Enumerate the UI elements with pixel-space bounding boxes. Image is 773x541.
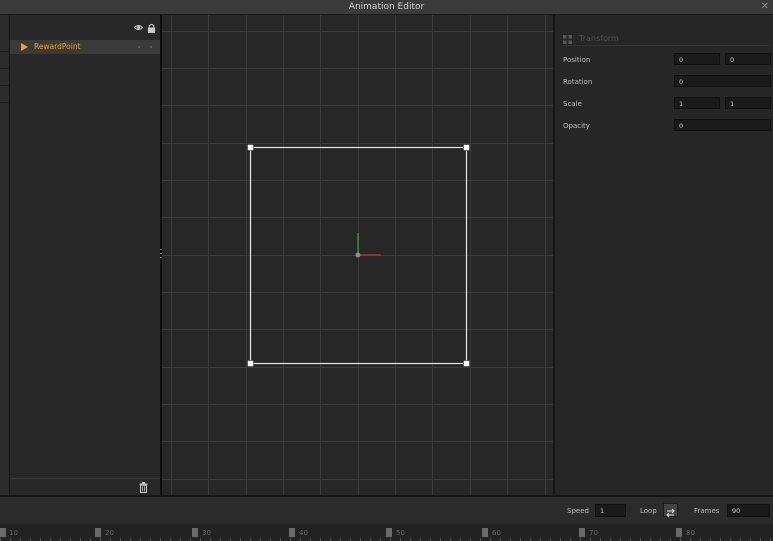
scale-y-field[interactable]: 1 — [725, 97, 771, 109]
hierarchy-footer — [10, 478, 160, 496]
rotation-field[interactable]: 0 — [674, 75, 771, 87]
timeline-marker — [579, 528, 585, 537]
layer-name: RewardPoint — [34, 42, 81, 51]
properties-panel: Transform Position 0 0 Rotation 0 Scale … — [555, 15, 773, 495]
timeline-ruler[interactable]: 10 20 30 40 50 60 70 80 — [0, 524, 773, 541]
rotation-label: Rotation — [563, 78, 593, 86]
canvas-grid — [162, 15, 553, 495]
hierarchy-toolbar — [10, 15, 160, 39]
hierarchy-panel: RewardPoint — [10, 15, 160, 495]
resize-handle-bottom-right[interactable] — [463, 360, 470, 367]
opacity-field[interactable]: 0 — [674, 119, 771, 131]
resize-handle-top-right[interactable] — [463, 144, 470, 151]
position-label: Position — [563, 56, 591, 64]
trash-icon[interactable] — [139, 482, 148, 493]
side-tab[interactable] — [0, 35, 9, 52]
list-item[interactable]: RewardPoint — [10, 40, 160, 54]
section-title: Transform — [579, 34, 619, 43]
timeline-marker — [95, 528, 101, 537]
visibility-dot[interactable] — [138, 46, 140, 48]
side-tab[interactable] — [0, 52, 9, 69]
timeline-marker — [0, 528, 6, 537]
title-bar: Animation Editor ✕ — [0, 0, 773, 15]
scale-x-field[interactable]: 1 — [674, 97, 720, 109]
canvas-viewport[interactable] — [162, 15, 553, 495]
timeline-marker — [289, 528, 295, 537]
lock-dot[interactable] — [150, 46, 152, 48]
speed-label: Speed — [567, 507, 589, 515]
loop-label: Loop — [640, 507, 657, 515]
side-tab-strip — [0, 15, 10, 495]
position-x-field[interactable]: 0 — [674, 53, 720, 65]
pivot-point[interactable] — [355, 252, 361, 258]
side-tab[interactable] — [0, 86, 9, 103]
speed-field[interactable]: 1 — [595, 504, 626, 517]
eye-icon[interactable] — [134, 23, 143, 32]
side-tab[interactable] — [0, 69, 9, 86]
transform-header[interactable]: Transform — [563, 33, 769, 46]
opacity-label: Opacity — [563, 122, 590, 130]
timeline-marker — [386, 528, 392, 537]
resize-handle-bottom-left[interactable] — [247, 360, 254, 367]
loop-toggle[interactable] — [663, 503, 678, 518]
loop-icon — [666, 508, 675, 518]
transform-grid-icon — [563, 35, 572, 44]
window-title: Animation Editor — [348, 2, 425, 12]
position-y-field[interactable]: 0 — [725, 53, 771, 65]
frames-label: Frames — [694, 507, 720, 515]
resize-handle-top-left[interactable] — [247, 144, 254, 151]
expand-arrow-icon[interactable] — [21, 43, 28, 51]
close-icon[interactable]: ✕ — [761, 0, 769, 14]
timeline-marker — [676, 528, 682, 537]
frames-field[interactable]: 90 — [727, 504, 770, 517]
lock-icon[interactable] — [147, 23, 156, 33]
timeline-marker — [192, 528, 198, 537]
timeline-marker — [482, 528, 488, 537]
scale-label: Scale — [563, 100, 582, 108]
playback-bar: Speed 1 Loop Frames 90 — [0, 497, 773, 524]
